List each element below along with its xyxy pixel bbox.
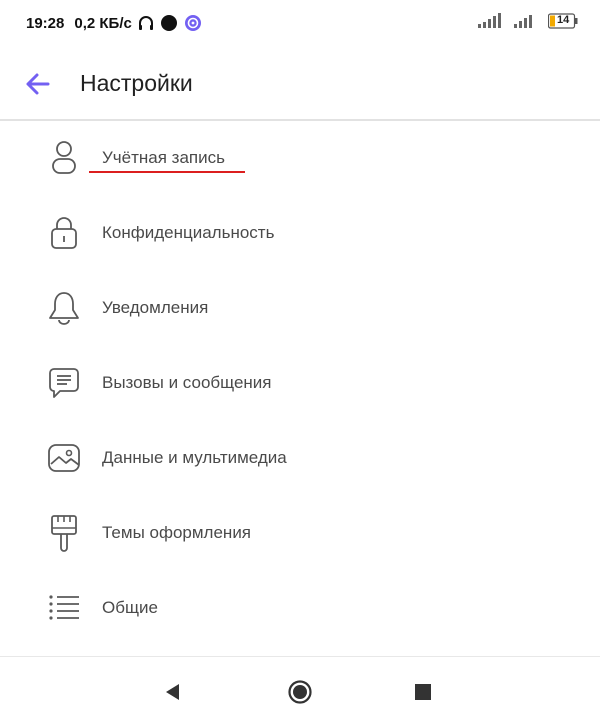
home-circle-icon (288, 680, 312, 704)
settings-item-label: Вызовы и сообщения (102, 373, 272, 392)
page-title: Настройки (80, 70, 193, 96)
nav-recents-button[interactable] (408, 677, 438, 707)
nav-home-button[interactable] (285, 677, 315, 707)
signal-icon (514, 13, 538, 29)
settings-item-label: Данные и мультимедиа (102, 448, 287, 467)
settings-item-notifications[interactable]: Уведомления (0, 271, 600, 346)
back-button[interactable] (20, 66, 56, 102)
status-time: 19:28 (26, 14, 65, 32)
settings-item-label: Общие (102, 598, 158, 617)
chat-icon (46, 364, 82, 402)
settings-item-label: Уведомления (102, 298, 209, 317)
brush-icon (46, 514, 82, 552)
settings-item-general[interactable]: Общие (0, 571, 600, 646)
settings-item-calls-messages[interactable]: Вызовы и сообщения (0, 346, 600, 421)
list-icon (46, 589, 82, 627)
settings-item-themes[interactable]: Темы оформления (0, 496, 600, 571)
viber-icon (184, 14, 202, 32)
recents-square-icon (415, 684, 431, 700)
battery-level: 14 (557, 14, 570, 26)
app-bar: Настройки (0, 52, 600, 118)
settings-item-privacy[interactable]: Конфиденциальность (0, 196, 600, 271)
lock-icon (46, 214, 82, 252)
nav-back-button[interactable] (158, 677, 188, 707)
back-arrow-icon (26, 73, 50, 95)
image-icon (46, 439, 82, 477)
status-bar: 19:28 0,2 КБ/с 14 (0, 0, 600, 44)
back-triangle-icon (166, 684, 179, 700)
settings-item-label: Учётная запись (102, 148, 225, 167)
signal-icon (478, 13, 504, 29)
highlight-underline (89, 171, 245, 173)
battery-icon: 14 (548, 13, 578, 29)
settings-item-account[interactable]: Учётная запись (0, 121, 600, 196)
person-icon (46, 139, 82, 177)
headphones-icon (138, 15, 154, 31)
system-navbar (0, 657, 600, 724)
moon-icon (160, 14, 178, 32)
settings-item-data-media[interactable]: Данные и мультимедиа (0, 421, 600, 496)
status-speed: 0,2 КБ/с (74, 14, 132, 32)
settings-item-label: Темы оформления (102, 523, 252, 542)
settings-item-label: Конфиденциальность (102, 223, 275, 242)
bell-icon (46, 289, 82, 327)
